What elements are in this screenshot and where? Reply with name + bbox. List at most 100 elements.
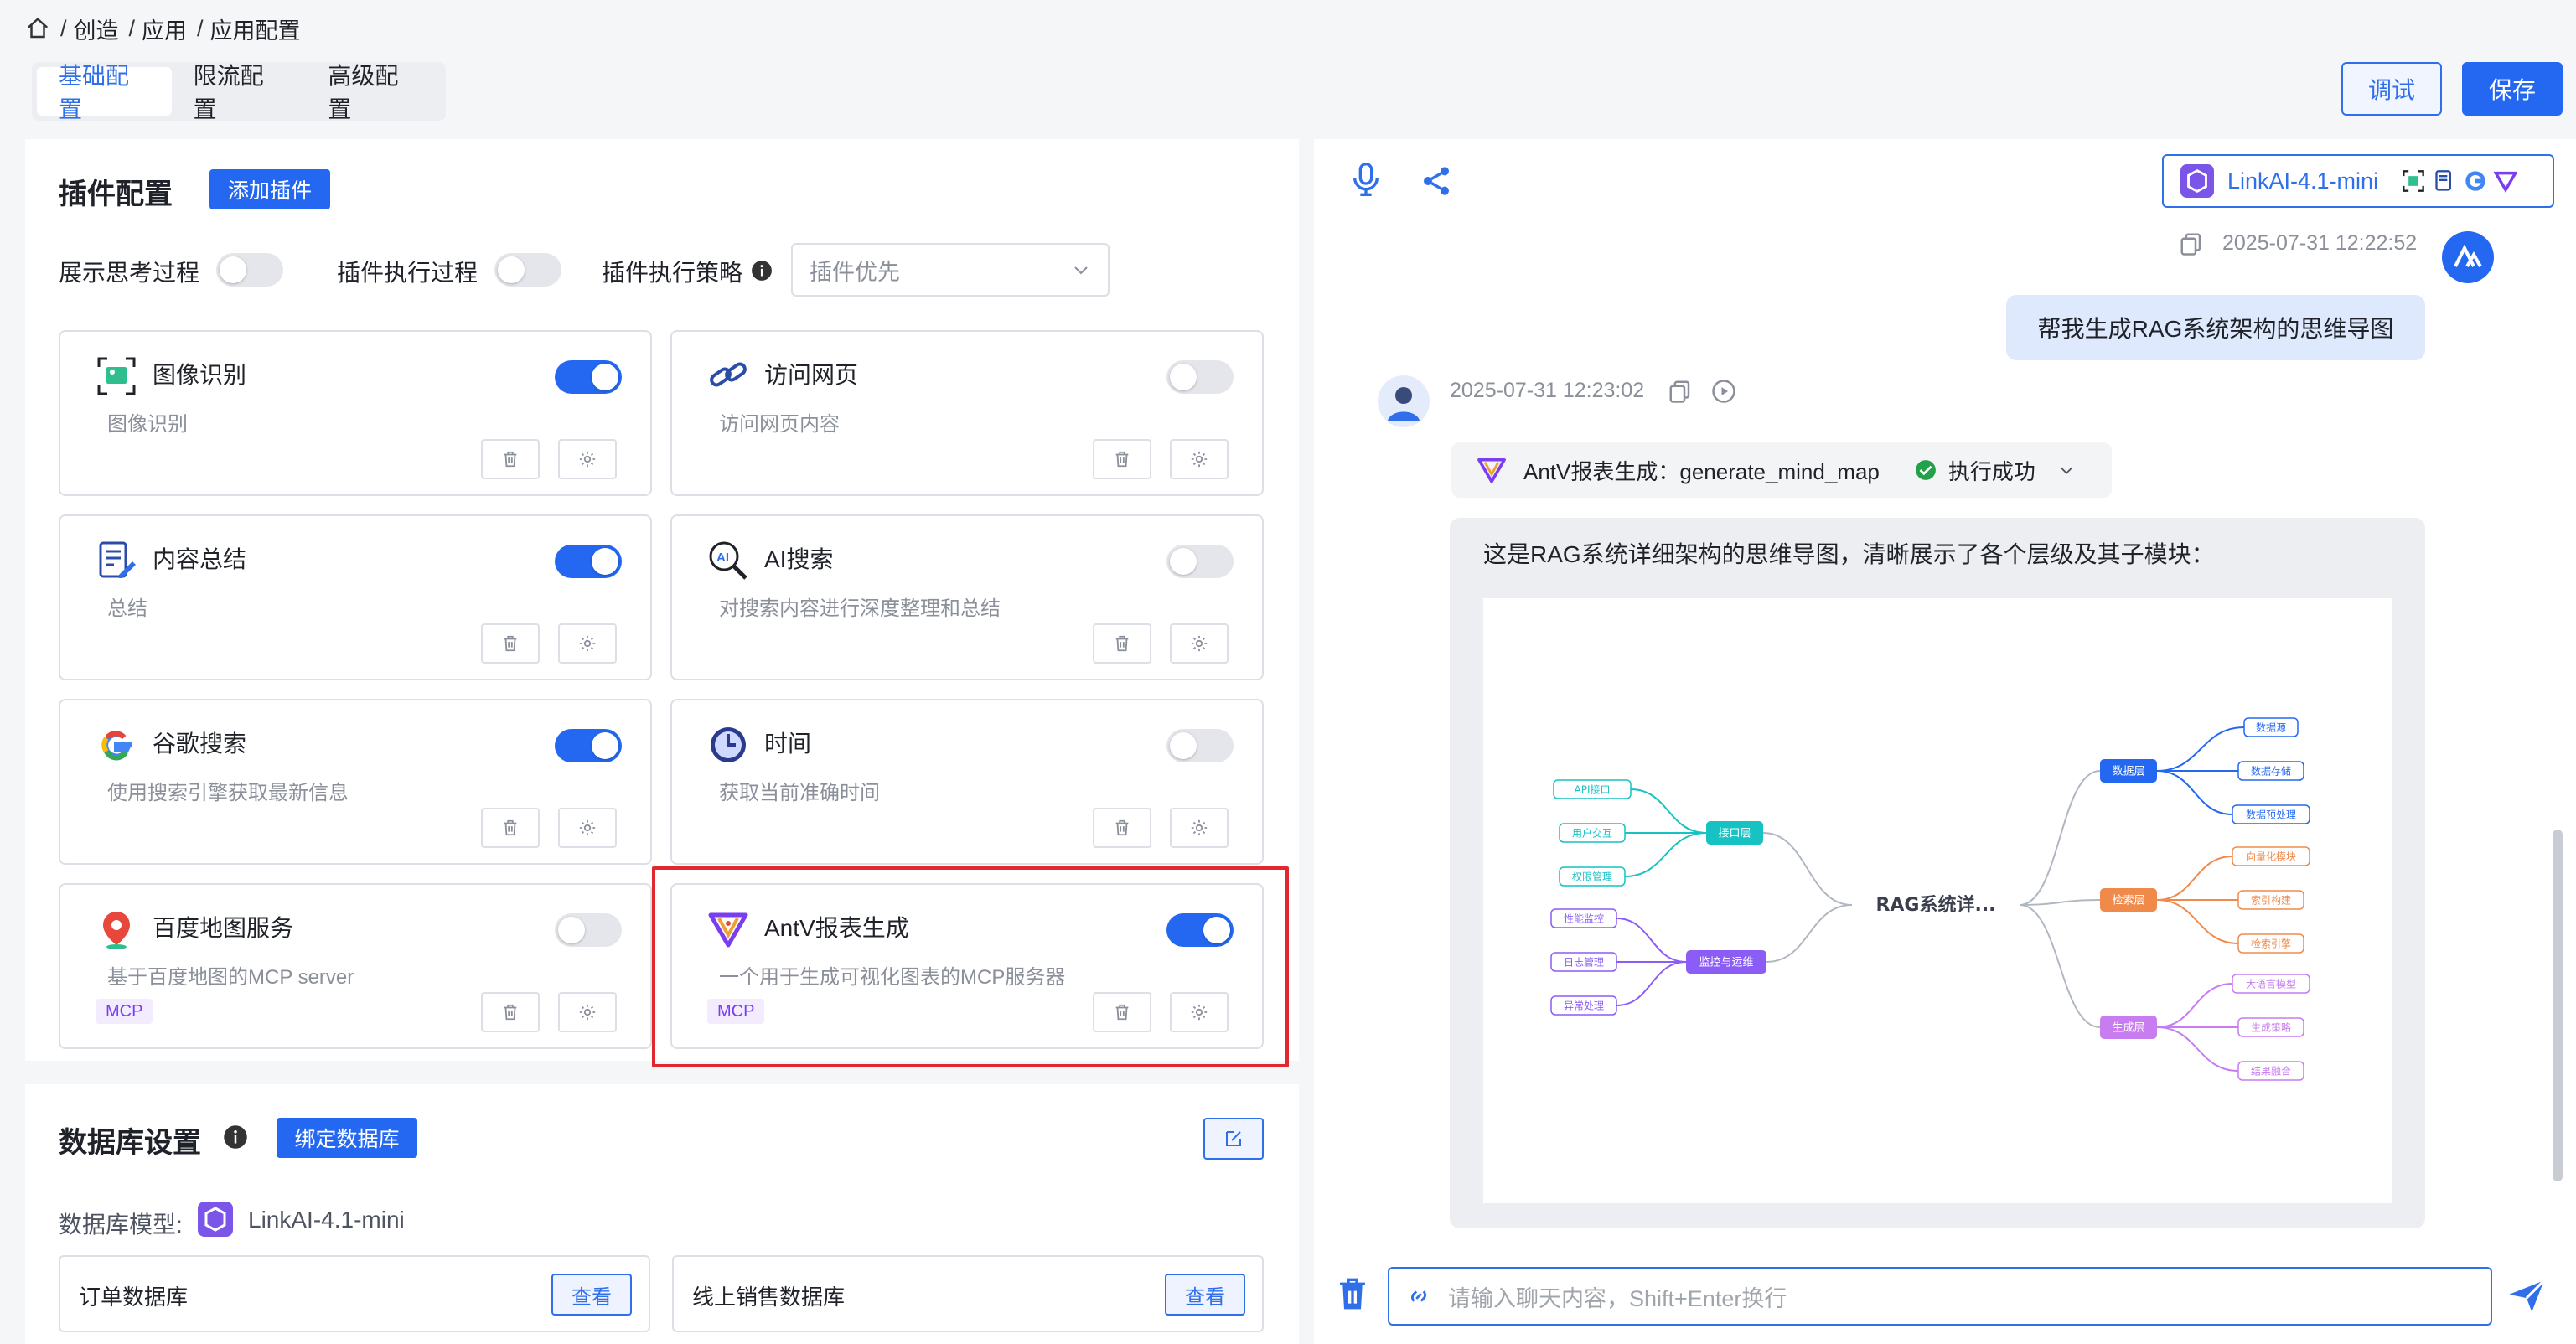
breadcrumb-item-create[interactable]: 创造 [74, 13, 119, 45]
bind-database-button[interactable]: 绑定数据库 [277, 1118, 417, 1158]
database-name: 订单数据库 [79, 1285, 189, 1310]
debug-button[interactable]: 调试 [2341, 62, 2442, 116]
exec-strategy-value: 插件优先 [810, 259, 900, 285]
tool-call-chip[interactable]: AntV报表生成：generate_mind_map 执行成功 [1451, 442, 2112, 498]
delete-plugin-button[interactable] [481, 992, 540, 1032]
database-item-orders: 订单数据库 查看 [59, 1255, 650, 1332]
user-message-bubble: 帮我生成RAG系统架构的思维导图 [2006, 295, 2425, 360]
image-recognition-icon [97, 357, 136, 395]
mind-map-leaf-label: 日志管理 [1564, 956, 1604, 969]
mind-map-link [1616, 961, 1687, 1006]
mcp-badge: MCP [96, 999, 153, 1024]
mind-map-link [1766, 904, 1853, 963]
gear-icon [579, 635, 596, 652]
mind-map-leaf-label: 数据预处理 [2246, 809, 2296, 821]
delete-plugin-button[interactable] [481, 623, 540, 664]
edit-icon [1226, 1131, 1241, 1146]
database-title: 数据库设置 [59, 1127, 201, 1159]
send-icon[interactable] [2506, 1275, 2548, 1317]
add-plugin-button[interactable]: 添加插件 [209, 169, 330, 209]
trash-icon[interactable] [1336, 1275, 1369, 1312]
link-icon [710, 362, 747, 387]
delete-plugin-button[interactable] [481, 439, 540, 479]
show-thinking-label: 展示思考过程 [59, 260, 200, 286]
tab-rate-limit[interactable]: 限流配置 [172, 63, 307, 122]
copy-icon[interactable] [1668, 379, 1693, 404]
copy-icon[interactable] [2179, 231, 2204, 256]
model-name: LinkAI-4.1-mini [2227, 168, 2379, 194]
gear-icon [579, 451, 596, 468]
delete-plugin-button[interactable] [1093, 808, 1151, 848]
exec-process-toggle[interactable] [494, 253, 561, 287]
plugin-settings-button[interactable] [1170, 439, 1229, 479]
highlight-box [652, 866, 1289, 1067]
plugin-name: 访问网页 [764, 362, 859, 388]
trash-icon [1115, 635, 1129, 652]
antv-icon [1477, 457, 1506, 483]
gear-icon [579, 1004, 596, 1021]
plugin-toggle[interactable] [1166, 360, 1234, 394]
mind-map-leaf-label: 异常处理 [1564, 1000, 1604, 1012]
trash-icon [1115, 819, 1129, 836]
google-icon [2465, 171, 2485, 191]
plugin-name: 时间 [764, 731, 812, 757]
plugin-settings-button[interactable] [558, 439, 617, 479]
chat-input[interactable]: 请输入聊天内容，Shift+Enter换行 [1388, 1267, 2492, 1326]
view-database-button[interactable]: 查看 [1165, 1274, 1245, 1316]
delete-plugin-button[interactable] [481, 808, 540, 848]
plugin-card-baidu-map: 百度地图服务 基于百度地图的MCP server MCP [59, 883, 652, 1049]
plugin-desc: 使用搜索引擎获取最新信息 [107, 782, 349, 804]
tool-call-status: 执行成功 [1948, 458, 2035, 484]
chat-scrollbar[interactable] [2553, 830, 2563, 1181]
mind-map-leaf-label: 性能监控 [1564, 913, 1604, 925]
model-selector[interactable]: LinkAI-4.1-mini [2162, 154, 2554, 208]
chevron-down-icon [2060, 467, 2072, 474]
tab-basic[interactable]: 基础配置 [37, 63, 172, 122]
tab-advanced[interactable]: 高级配置 [306, 63, 441, 122]
plugin-toggle[interactable] [1166, 545, 1234, 578]
clock-icon [711, 727, 746, 762]
mind-map-root-label: RAG系统详... [1875, 894, 1995, 916]
view-database-button[interactable]: 查看 [551, 1274, 632, 1316]
chevron-down-icon [1074, 266, 1088, 275]
plugin-name: 图像识别 [153, 362, 247, 388]
play-icon[interactable] [1711, 379, 1736, 404]
edit-database-button[interactable] [1203, 1118, 1264, 1160]
mind-map-leaf-label: 向量化模块 [2246, 850, 2296, 863]
mind-map-branch-label: 接口层 [1718, 827, 1751, 840]
mind-map-link [1624, 832, 1707, 877]
breadcrumb-item-apps[interactable]: 应用 [142, 13, 187, 45]
mind-map-leaf-label: 权限管理 [1572, 871, 1612, 883]
mind-map-leaf-label: 用户交互 [1572, 827, 1612, 840]
trash-icon [504, 451, 517, 468]
plugin-card-summary: 内容总结 总结 [59, 514, 652, 680]
mind-map-svg: 数据源数据存储数据预处理 数据层向量化模块索引构建检索引擎 检索层大语言模型生成策略… [1550, 717, 2310, 1081]
plugin-toggle[interactable] [555, 729, 622, 762]
plugin-settings-button[interactable] [558, 808, 617, 848]
plugin-toggle[interactable] [555, 913, 622, 947]
exec-strategy-select[interactable]: 插件优先 [791, 243, 1110, 297]
link-icon[interactable] [1404, 1282, 1433, 1310]
home-icon[interactable] [25, 16, 50, 41]
plugin-settings-button[interactable] [558, 992, 617, 1032]
share-icon[interactable] [1420, 164, 1453, 198]
mind-map-leaf-label: 数据源 [2256, 721, 2286, 734]
config-tabs: 基础配置 限流配置 高级配置 [32, 62, 446, 122]
save-button[interactable]: 保存 [2462, 62, 2563, 116]
mind-map-leaf-label: 生成策略 [2251, 1021, 2291, 1034]
tool-call-name: AntV报表生成：generate_mind_map [1523, 458, 1880, 484]
plugin-settings-button[interactable] [1170, 808, 1229, 848]
image-recognition-icon [2403, 170, 2424, 192]
database-model-name: LinkAI-4.1-mini [248, 1207, 405, 1233]
plugin-toggle[interactable] [555, 545, 622, 578]
microphone-icon[interactable] [1349, 161, 1383, 198]
mind-map-link [2156, 856, 2233, 901]
plugin-toggle[interactable] [1166, 729, 1234, 762]
delete-plugin-button[interactable] [1093, 623, 1151, 664]
mind-map-leaf-label: 数据存储 [2251, 765, 2291, 778]
delete-plugin-button[interactable] [1093, 439, 1151, 479]
show-thinking-toggle[interactable] [216, 253, 283, 287]
plugin-settings-button[interactable] [1170, 623, 1229, 664]
plugin-settings-button[interactable] [558, 623, 617, 664]
plugin-toggle[interactable] [555, 360, 622, 394]
